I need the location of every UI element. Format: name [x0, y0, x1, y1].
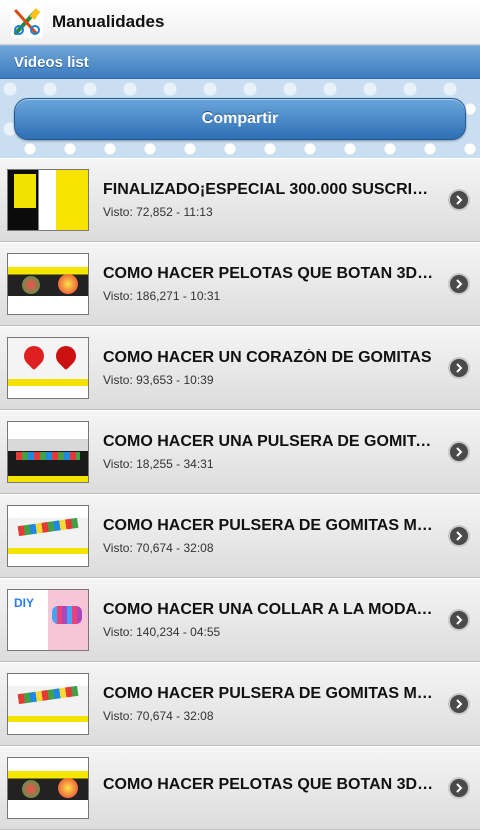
video-meta: Visto: 186,271 - 10:31 — [103, 289, 221, 303]
video-meta: Visto: 70,674 - 32:08 — [103, 541, 214, 555]
chevron-right-circle-icon — [450, 191, 468, 209]
app-title: Manualidades — [52, 12, 165, 31]
video-thumbnail — [7, 169, 89, 231]
videos-list-header: Videos list — [0, 45, 480, 79]
video-meta: Visto: 70,674 - 32:08 — [103, 709, 214, 723]
chevron-right-circle-icon — [450, 527, 468, 545]
video-list-item[interactable]: COMO HACER UN CORAZÓN DE GOMITAS Visto: … — [0, 326, 480, 410]
video-thumbnail — [7, 421, 89, 483]
video-thumbnail — [7, 589, 89, 651]
share-banner: Compartir — [0, 79, 480, 158]
share-button[interactable]: Compartir — [14, 97, 466, 140]
video-thumbnail — [7, 673, 89, 735]
video-thumbnail — [7, 505, 89, 567]
video-title: COMO HACER PULSERA DE GOMITAS MODA — [103, 517, 436, 534]
video-title: COMO HACER UNA PULSERA DE GOMITAS — [103, 433, 436, 450]
video-title: COMO HACER PELOTAS QUE BOTAN 3D DE GOMIT… — [103, 776, 436, 793]
video-thumbnail — [7, 253, 89, 315]
video-list-item[interactable]: COMO HACER UNA PULSERA DE GOMITAS Visto:… — [0, 410, 480, 494]
video-list-item[interactable]: COMO HACER UNA COLLAR A LA MODA DE GOMIT… — [0, 578, 480, 662]
videos-list-title: Videos list — [14, 53, 89, 71]
video-title: COMO HACER PELOTAS QUE BOTAN 3D DE GOMIT… — [103, 265, 436, 282]
video-meta: Visto: 18,255 - 34:31 — [103, 457, 214, 471]
chevron-right-circle-icon — [450, 443, 468, 461]
video-meta: Visto: 140,234 - 04:55 — [103, 625, 221, 639]
video-list-item[interactable]: COMO HACER PELOTAS QUE BOTAN 3D DE GOMIT… — [0, 242, 480, 326]
video-thumbnail — [7, 337, 89, 399]
chevron-right-circle-icon — [450, 695, 468, 713]
chevron-right-circle-icon — [450, 359, 468, 377]
video-list-item[interactable]: COMO HACER PELOTAS QUE BOTAN 3D DE GOMIT… — [0, 746, 480, 830]
video-thumbnail — [7, 757, 89, 819]
chevron-right-circle-icon — [450, 779, 468, 797]
video-title: FINALIZADO¡ESPECIAL 300.000 SUSCRIPTORES — [103, 181, 436, 198]
chevron-right-circle-icon — [450, 275, 468, 293]
video-meta: Visto: 93,653 - 10:39 — [103, 373, 214, 387]
video-list-item[interactable]: COMO HACER PULSERA DE GOMITAS MODA Visto… — [0, 494, 480, 578]
app-bar: Manualidades — [0, 0, 480, 45]
video-meta: Visto: 72,852 - 11:13 — [103, 205, 213, 219]
video-list-item[interactable]: COMO HACER PULSERA DE GOMITAS MODA Visto… — [0, 662, 480, 746]
video-list-item[interactable]: FINALIZADO¡ESPECIAL 300.000 SUSCRIPTORES… — [0, 158, 480, 242]
share-button-label: Compartir — [201, 109, 279, 127]
crafts-tools-icon — [11, 6, 43, 38]
video-title: COMO HACER UN CORAZÓN DE GOMITAS — [103, 349, 432, 366]
chevron-right-circle-icon — [450, 611, 468, 629]
video-title: COMO HACER PULSERA DE GOMITAS MODA — [103, 685, 436, 702]
video-title: COMO HACER UNA COLLAR A LA MODA DE GOMIT… — [103, 601, 436, 618]
video-list: FINALIZADO¡ESPECIAL 300.000 SUSCRIPTORES… — [0, 158, 480, 830]
